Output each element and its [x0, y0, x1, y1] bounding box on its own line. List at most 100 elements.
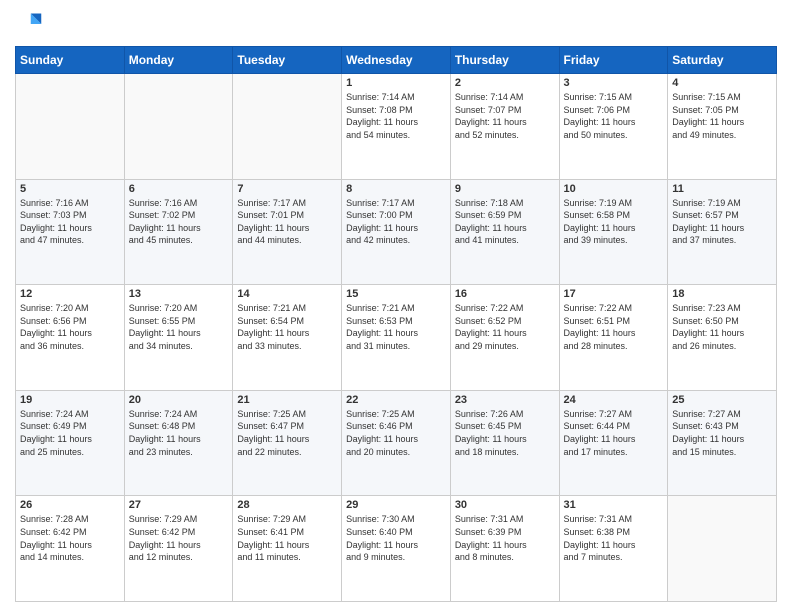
day-cell: 6 Sunrise: 7:16 AM Sunset: 7:02 PM Daylig…	[124, 179, 233, 285]
weekday-header-tuesday: Tuesday	[233, 47, 342, 74]
day-info: Sunrise: 7:15 AM Sunset: 7:06 PM Dayligh…	[564, 91, 664, 141]
weekday-header-sunday: Sunday	[16, 47, 125, 74]
day-cell: 7 Sunrise: 7:17 AM Sunset: 7:01 PM Daylig…	[233, 179, 342, 285]
day-info: Sunrise: 7:17 AM Sunset: 7:00 PM Dayligh…	[346, 197, 446, 247]
day-info: Sunrise: 7:15 AM Sunset: 7:05 PM Dayligh…	[672, 91, 772, 141]
weekday-header-wednesday: Wednesday	[342, 47, 451, 74]
day-cell: 9Sunrise: 7:18 AM Sunset: 6:59 PM Daylig…	[450, 179, 559, 285]
day-number: 22	[346, 394, 446, 406]
day-cell: 25 Sunrise: 7:27 AM Sunset: 6:43 PM Dayli…	[668, 390, 777, 496]
day-info: Sunrise: 7:30 AM Sunset: 6:40 PM Dayligh…	[346, 513, 446, 563]
day-cell: 15 Sunrise: 7:21 AM Sunset: 6:53 PM Dayli…	[342, 285, 451, 391]
day-info: Sunrise: 7:28 AM Sunset: 6:42 PM Dayligh…	[20, 513, 120, 563]
day-info: Sunrise: 7:29 AM Sunset: 6:41 PM Dayligh…	[237, 513, 337, 563]
day-info: Sunrise: 7:16 AM Sunset: 7:03 PM Dayligh…	[20, 197, 120, 247]
day-cell: 21Sunrise: 7:25 AM Sunset: 6:47 PM Dayli…	[233, 390, 342, 496]
day-cell: 13 Sunrise: 7:20 AM Sunset: 6:55 PM Dayli…	[124, 285, 233, 391]
page: SundayMondayTuesdayWednesdayThursdayFrid…	[0, 0, 792, 612]
day-number: 10	[564, 183, 664, 195]
day-cell: 3 Sunrise: 7:15 AM Sunset: 7:06 PM Daylig…	[559, 74, 668, 180]
day-info: Sunrise: 7:22 AM Sunset: 6:51 PM Dayligh…	[564, 302, 664, 352]
day-info: Sunrise: 7:24 AM Sunset: 6:49 PM Dayligh…	[20, 408, 120, 458]
day-number: 18	[672, 288, 772, 300]
day-info: Sunrise: 7:16 AM Sunset: 7:02 PM Dayligh…	[129, 197, 229, 247]
day-number: 15	[346, 288, 446, 300]
day-cell: 4 Sunrise: 7:15 AM Sunset: 7:05 PM Daylig…	[668, 74, 777, 180]
day-info: Sunrise: 7:22 AM Sunset: 6:52 PM Dayligh…	[455, 302, 555, 352]
day-number: 11	[672, 183, 772, 195]
header	[15, 10, 777, 38]
day-cell: 14 Sunrise: 7:21 AM Sunset: 6:54 PM Dayli…	[233, 285, 342, 391]
day-info: Sunrise: 7:25 AM Sunset: 6:46 PM Dayligh…	[346, 408, 446, 458]
day-cell: 24Sunrise: 7:27 AM Sunset: 6:44 PM Dayli…	[559, 390, 668, 496]
day-cell: 1Sunrise: 7:14 AM Sunset: 7:08 PM Daylig…	[342, 74, 451, 180]
day-number: 21	[237, 394, 337, 406]
day-cell: 29 Sunrise: 7:30 AM Sunset: 6:40 PM Dayli…	[342, 496, 451, 602]
day-number: 26	[20, 499, 120, 511]
day-info: Sunrise: 7:20 AM Sunset: 6:55 PM Dayligh…	[129, 302, 229, 352]
week-row-4: 19 Sunrise: 7:24 AM Sunset: 6:49 PM Dayli…	[16, 390, 777, 496]
day-number: 28	[237, 499, 337, 511]
day-cell: 28 Sunrise: 7:29 AM Sunset: 6:41 PM Dayli…	[233, 496, 342, 602]
week-row-1: 1Sunrise: 7:14 AM Sunset: 7:08 PM Daylig…	[16, 74, 777, 180]
day-info: Sunrise: 7:31 AM Sunset: 6:38 PM Dayligh…	[564, 513, 664, 563]
weekday-header-friday: Friday	[559, 47, 668, 74]
day-number: 9	[455, 183, 555, 195]
day-cell: 17 Sunrise: 7:22 AM Sunset: 6:51 PM Dayli…	[559, 285, 668, 391]
day-number: 16	[455, 288, 555, 300]
day-number: 23	[455, 394, 555, 406]
week-row-3: 12 Sunrise: 7:20 AM Sunset: 6:56 PM Dayli…	[16, 285, 777, 391]
day-number: 12	[20, 288, 120, 300]
day-number: 7	[237, 183, 337, 195]
day-info: Sunrise: 7:19 AM Sunset: 6:58 PM Dayligh…	[564, 197, 664, 247]
day-cell	[124, 74, 233, 180]
day-info: Sunrise: 7:27 AM Sunset: 6:43 PM Dayligh…	[672, 408, 772, 458]
day-number: 4	[672, 77, 772, 89]
day-number: 1	[346, 77, 446, 89]
day-cell: 19 Sunrise: 7:24 AM Sunset: 6:49 PM Dayli…	[16, 390, 125, 496]
day-cell: 18 Sunrise: 7:23 AM Sunset: 6:50 PM Dayli…	[668, 285, 777, 391]
day-cell: 22 Sunrise: 7:25 AM Sunset: 6:46 PM Dayli…	[342, 390, 451, 496]
day-number: 3	[564, 77, 664, 89]
day-info: Sunrise: 7:20 AM Sunset: 6:56 PM Dayligh…	[20, 302, 120, 352]
day-cell: 10 Sunrise: 7:19 AM Sunset: 6:58 PM Dayli…	[559, 179, 668, 285]
day-number: 30	[455, 499, 555, 511]
day-cell: 27 Sunrise: 7:29 AM Sunset: 6:42 PM Dayli…	[124, 496, 233, 602]
day-cell: 12 Sunrise: 7:20 AM Sunset: 6:56 PM Dayli…	[16, 285, 125, 391]
weekday-header-thursday: Thursday	[450, 47, 559, 74]
day-info: Sunrise: 7:24 AM Sunset: 6:48 PM Dayligh…	[129, 408, 229, 458]
day-number: 27	[129, 499, 229, 511]
day-cell: 8 Sunrise: 7:17 AM Sunset: 7:00 PM Daylig…	[342, 179, 451, 285]
calendar-table: SundayMondayTuesdayWednesdayThursdayFrid…	[15, 46, 777, 602]
day-number: 13	[129, 288, 229, 300]
day-cell: 2 Sunrise: 7:14 AM Sunset: 7:07 PM Daylig…	[450, 74, 559, 180]
weekday-header-monday: Monday	[124, 47, 233, 74]
weekday-header-row: SundayMondayTuesdayWednesdayThursdayFrid…	[16, 47, 777, 74]
day-info: Sunrise: 7:29 AM Sunset: 6:42 PM Dayligh…	[129, 513, 229, 563]
day-number: 29	[346, 499, 446, 511]
day-info: Sunrise: 7:31 AM Sunset: 6:39 PM Dayligh…	[455, 513, 555, 563]
day-cell: 16 Sunrise: 7:22 AM Sunset: 6:52 PM Dayli…	[450, 285, 559, 391]
day-cell: 31Sunrise: 7:31 AM Sunset: 6:38 PM Dayli…	[559, 496, 668, 602]
day-cell: 30 Sunrise: 7:31 AM Sunset: 6:39 PM Dayli…	[450, 496, 559, 602]
day-info: Sunrise: 7:21 AM Sunset: 6:53 PM Dayligh…	[346, 302, 446, 352]
day-info: Sunrise: 7:23 AM Sunset: 6:50 PM Dayligh…	[672, 302, 772, 352]
day-number: 17	[564, 288, 664, 300]
day-number: 19	[20, 394, 120, 406]
day-number: 8	[346, 183, 446, 195]
day-cell: 23 Sunrise: 7:26 AM Sunset: 6:45 PM Dayli…	[450, 390, 559, 496]
day-number: 20	[129, 394, 229, 406]
day-info: Sunrise: 7:19 AM Sunset: 6:57 PM Dayligh…	[672, 197, 772, 247]
day-info: Sunrise: 7:26 AM Sunset: 6:45 PM Dayligh…	[455, 408, 555, 458]
day-number: 14	[237, 288, 337, 300]
day-number: 2	[455, 77, 555, 89]
week-row-2: 5 Sunrise: 7:16 AM Sunset: 7:03 PM Daylig…	[16, 179, 777, 285]
day-info: Sunrise: 7:14 AM Sunset: 7:07 PM Dayligh…	[455, 91, 555, 141]
day-number: 25	[672, 394, 772, 406]
day-cell: 20 Sunrise: 7:24 AM Sunset: 6:48 PM Dayli…	[124, 390, 233, 496]
day-number: 5	[20, 183, 120, 195]
day-cell	[16, 74, 125, 180]
day-info: Sunrise: 7:21 AM Sunset: 6:54 PM Dayligh…	[237, 302, 337, 352]
day-number: 6	[129, 183, 229, 195]
day-info: Sunrise: 7:17 AM Sunset: 7:01 PM Dayligh…	[237, 197, 337, 247]
